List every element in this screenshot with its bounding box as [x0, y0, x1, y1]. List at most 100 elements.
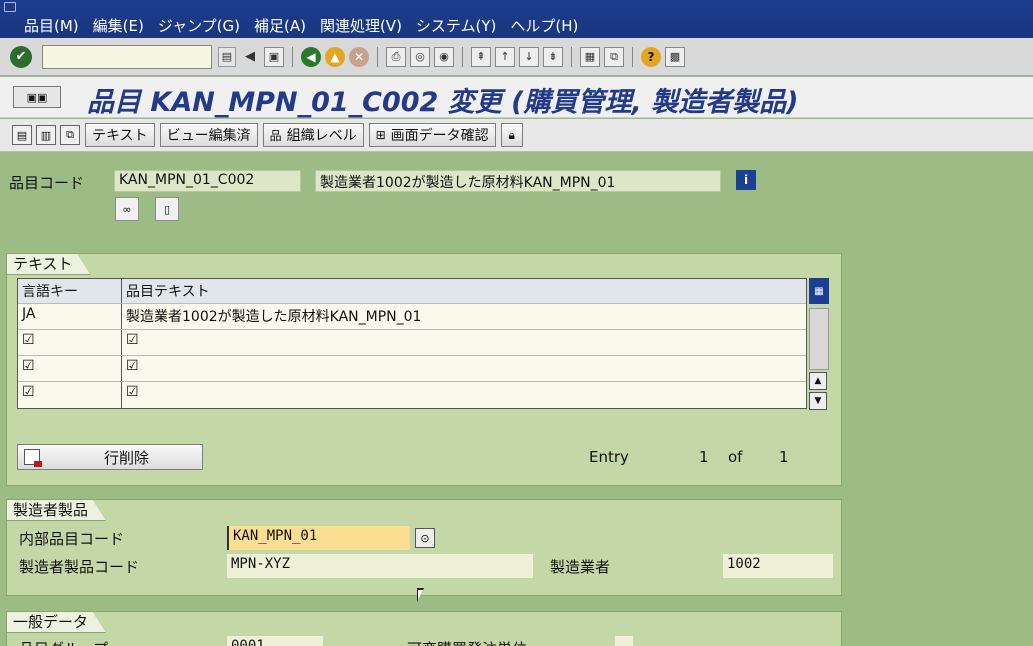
- entry-total: 1: [779, 448, 789, 466]
- manufacturer-part-group: 製造者製品 内部品目コード KAN_MPN_01 ⊙ 製造者製品コード MPN-…: [6, 499, 842, 596]
- toolbar-separator: [462, 46, 463, 67]
- delete-row-button[interactable]: 行削除: [17, 444, 203, 470]
- toolbar-separator: [292, 46, 293, 67]
- last-page-icon[interactable]: ⇟: [543, 46, 563, 67]
- classification-icon[interactable]: ∞: [115, 197, 139, 221]
- new-session-icon[interactable]: ▦: [580, 46, 600, 67]
- material-text-cell[interactable]: ☑: [122, 330, 806, 355]
- variable-order-unit-checkbox[interactable]: [615, 636, 633, 646]
- first-page-icon[interactable]: ⇞: [471, 46, 491, 67]
- views-edited-button[interactable]: ビュー編集済: [159, 123, 258, 147]
- material-text-cell[interactable]: ☑: [122, 356, 806, 381]
- scrollbar-track[interactable]: [809, 308, 829, 370]
- material-text-cell[interactable]: ☑: [122, 382, 806, 408]
- variable-order-unit-label: 可変購買発注単位: [407, 638, 527, 646]
- scroll-up-icon[interactable]: ▲: [809, 372, 827, 390]
- menu-bar: 品目(M) 編集(E) ジャンプ(G) 補足(A) 関連処理(V) システム(Y…: [0, 0, 1033, 38]
- delete-row-icon: [24, 449, 42, 467]
- toolbar-separator: [632, 46, 633, 67]
- check-screen-data-button[interactable]: ⊞ 画面データ確認: [368, 123, 496, 147]
- command-field-dropdown-icon[interactable]: ▤: [218, 46, 236, 67]
- language-cell[interactable]: JA: [18, 304, 122, 329]
- menu-help[interactable]: ヘルプ(H): [510, 15, 578, 36]
- language-cell[interactable]: ☑: [18, 382, 122, 408]
- back-icon[interactable]: ◀: [301, 46, 321, 67]
- manufacturer-input[interactable]: 1002: [723, 554, 833, 578]
- toolbar-separator: [571, 46, 572, 67]
- views-edited-button-label: ビュー編集済: [166, 128, 251, 144]
- text-group: テキスト 言語キー 品目テキスト JA 製造業者1002が製造した原材料KAN_…: [6, 253, 842, 486]
- table-scrollbar[interactable]: ▦ ▲ ▼: [809, 278, 829, 414]
- next-page-icon[interactable]: ↓: [519, 46, 539, 67]
- material-group-label: 品目グループ: [19, 638, 108, 646]
- table-row: ☑ ☑: [18, 356, 806, 382]
- cancel-icon[interactable]: ✕: [349, 46, 369, 67]
- material-code-label: 品目コード: [9, 174, 85, 192]
- title-bar: ▣▣ 品目 KAN_MPN_01_C002 変更 (購買管理, 製造者製品): [0, 77, 1033, 118]
- text-group-title: テキスト: [6, 253, 91, 275]
- menu-items: 品目(M) 編集(E) ジャンプ(G) 補足(A) 関連処理(V) システム(Y…: [24, 15, 592, 36]
- column-header-material-text[interactable]: 品目テキスト: [122, 279, 806, 303]
- display-change-icon[interactable]: ▥: [36, 125, 56, 145]
- scroll-down-icon[interactable]: ▼: [809, 392, 827, 410]
- menu-jump[interactable]: ジャンプ(G): [158, 15, 240, 36]
- material-code-field[interactable]: KAN_MPN_01_C002: [114, 170, 301, 192]
- menu-system[interactable]: システム(Y): [416, 15, 496, 36]
- views-icon[interactable]: ▣▣: [13, 86, 61, 108]
- exit-icon[interactable]: ▲: [325, 46, 345, 67]
- page-title: 品目 KAN_MPN_01_C002 変更 (購買管理, 製造者製品): [87, 87, 799, 118]
- document-icon[interactable]: ▯: [155, 197, 179, 221]
- menu-edit[interactable]: 編集(E): [93, 15, 144, 36]
- mpn-input[interactable]: MPN-XYZ: [227, 554, 533, 578]
- info-icon[interactable]: i: [736, 170, 756, 190]
- column-header-language[interactable]: 言語キー: [18, 279, 122, 303]
- application-toolbar: ▤ ▥ ⧉ テキスト ビュー編集済 品組織レベル ⊞ 画面データ確認 🔒︎: [0, 119, 1033, 152]
- arrow-left-icon[interactable]: ◀: [240, 47, 260, 67]
- text-button[interactable]: テキスト: [85, 123, 155, 147]
- menu-material[interactable]: 品目(M): [24, 15, 79, 36]
- command-field[interactable]: [42, 44, 212, 69]
- language-cell[interactable]: ☑: [18, 356, 122, 381]
- language-cell[interactable]: ☑: [18, 330, 122, 355]
- text-button-label: テキスト: [92, 128, 148, 144]
- entry-current: 1: [699, 448, 709, 466]
- table-row: ☑ ☑: [18, 382, 806, 408]
- table-row: ☑ ☑: [18, 330, 806, 356]
- delete-row-button-label: 行削除: [104, 448, 150, 467]
- save-icon[interactable]: ▣: [264, 46, 284, 67]
- menu-extras[interactable]: 補足(A): [254, 15, 306, 36]
- check-screen-data-button-label: 画面データ確認: [390, 128, 489, 144]
- entry-of-label: of: [728, 448, 743, 466]
- material-group-input[interactable]: 0001: [227, 636, 323, 646]
- lock-icon[interactable]: 🔒︎: [500, 123, 523, 147]
- print-icon[interactable]: ⎙: [386, 46, 406, 67]
- general-data-group-title: 一般データ: [6, 611, 106, 633]
- check-screen-data-icon: ⊞: [375, 128, 386, 142]
- find-icon[interactable]: ◎: [410, 46, 430, 67]
- mouse-pointer-icon: [417, 588, 424, 602]
- standard-toolbar: ✔ ▤ ◀ ▣ ◀ ▲ ✕ ⎙ ◎ ◉ ⇞ ↑ ↓ ⇟ ▦ ⧉ ? ▩: [0, 38, 1033, 76]
- manufacturer-label: 製造業者: [550, 558, 611, 576]
- org-levels-button[interactable]: 品組織レベル: [262, 123, 364, 147]
- help-icon[interactable]: ?: [641, 46, 661, 67]
- mpn-label: 製造者製品コード: [19, 558, 140, 576]
- table-settings-icon[interactable]: ▦: [809, 278, 829, 304]
- entry-label: Entry: [589, 448, 629, 466]
- table-header: 言語キー 品目テキスト: [18, 279, 806, 304]
- org-levels-icon: 品: [269, 128, 282, 143]
- additional-data-icon[interactable]: ▤: [12, 125, 32, 145]
- previous-page-icon[interactable]: ↑: [495, 46, 515, 67]
- value-help-icon[interactable]: ⊙: [415, 528, 435, 548]
- material-text-cell[interactable]: 製造業者1002が製造した原材料KAN_MPN_01: [122, 304, 806, 329]
- internal-material-input[interactable]: KAN_MPN_01: [227, 526, 410, 550]
- layout-menu-icon[interactable]: ▩: [665, 46, 685, 67]
- text-table: 言語キー 品目テキスト JA 製造業者1002が製造した原材料KAN_MPN_0…: [17, 278, 807, 409]
- find-next-icon[interactable]: ◉: [434, 46, 454, 67]
- enter-check-icon[interactable]: ✔: [10, 45, 32, 68]
- other-material-icon[interactable]: ⧉: [60, 125, 80, 145]
- shortcut-icon[interactable]: ⧉: [604, 46, 624, 67]
- system-menu-icon[interactable]: [4, 2, 16, 12]
- org-levels-button-label: 組織レベル: [286, 128, 357, 144]
- menu-related[interactable]: 関連処理(V): [320, 15, 402, 36]
- material-description-field[interactable]: 製造業者1002が製造した原材料KAN_MPN_01: [315, 170, 721, 192]
